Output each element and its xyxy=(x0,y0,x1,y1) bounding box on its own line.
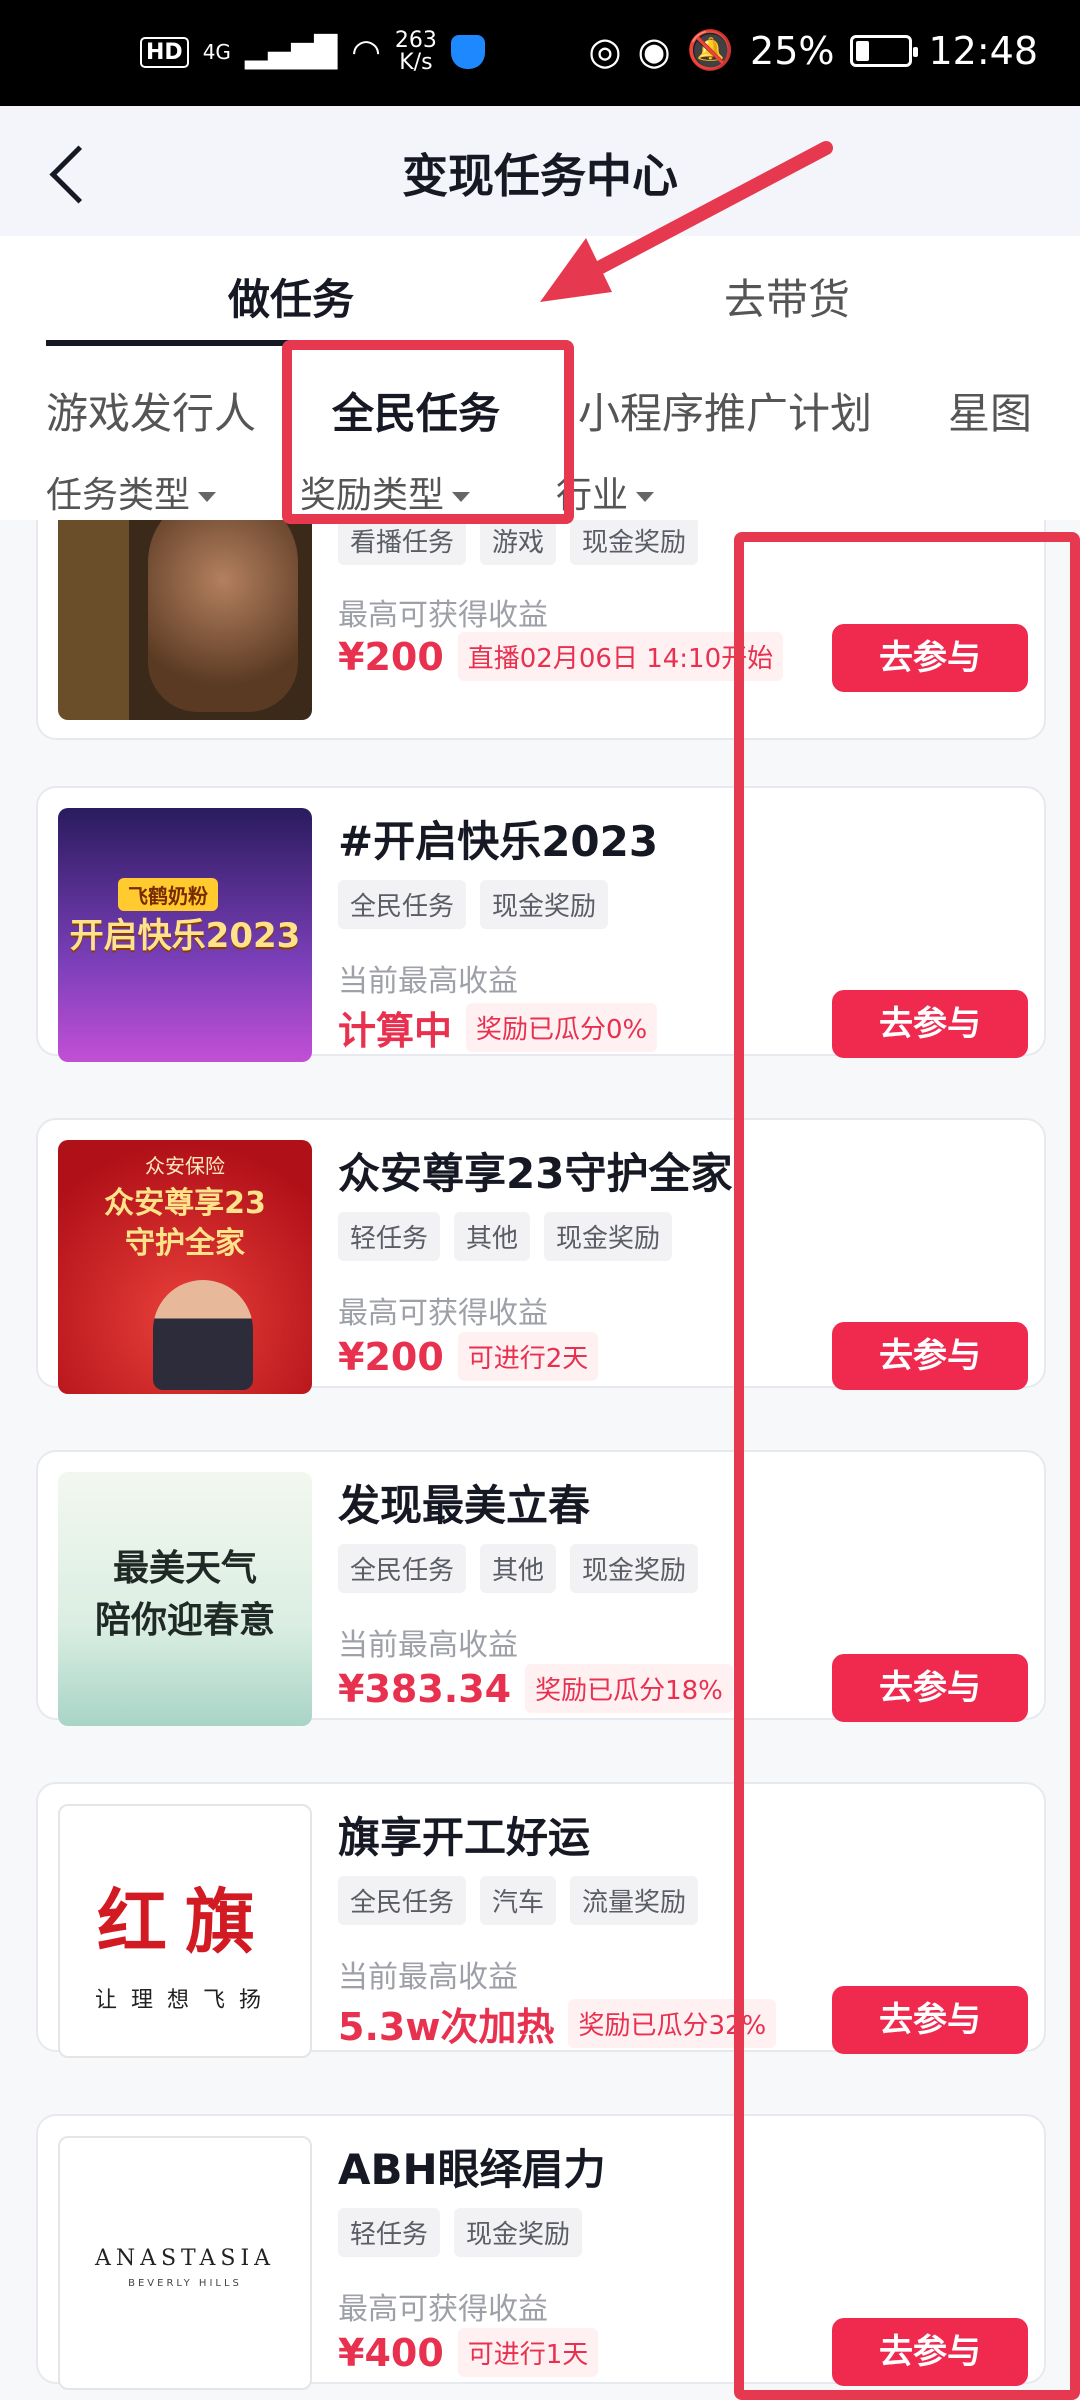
status-badge: 奖励已瓜分18% xyxy=(525,1664,733,1713)
screen: HD 4G ▂▄▆█ ◠ 263 K/s ◎ ◉ 🔕 25% 12:48 变现任… xyxy=(0,0,1080,2400)
filter-task-type[interactable]: 任务类型 xyxy=(46,466,217,518)
task-tag: 流量奖励 xyxy=(570,1876,699,1925)
task-tag: 全民任务 xyxy=(338,880,467,929)
task-tags: 轻任务 其他 现金奖励 xyxy=(338,1212,673,1261)
caret-down-icon xyxy=(198,492,217,502)
thumb-line-1: 最美天气 xyxy=(112,1547,257,1589)
task-tag: 现金奖励 xyxy=(570,1544,699,1593)
brand-subtitle: BEVERLY HILLS xyxy=(128,2278,242,2289)
earn-value: ¥200 xyxy=(338,1334,444,1379)
earn-label: 最高可获得收益 xyxy=(338,1296,548,1331)
status-badge: 可进行1天 xyxy=(457,2328,599,2377)
task-tag: 现金奖励 xyxy=(454,2208,583,2257)
spokesperson-image xyxy=(153,1280,253,1390)
task-title: 众安尊享23守护全家 xyxy=(338,1149,733,1198)
task-tag: 现金奖励 xyxy=(544,1212,673,1261)
task-tag: 汽车 xyxy=(480,1876,557,1925)
earn-label: 最高可获得收益 xyxy=(338,2292,548,2327)
task-tag: 其他 xyxy=(480,1544,557,1593)
task-tag: 全民任务 xyxy=(338,1544,467,1593)
task-tags: 全民任务 汽车 流量奖励 xyxy=(338,1876,699,1925)
task-tag: 轻任务 xyxy=(338,2208,441,2257)
caret-down-icon xyxy=(636,492,655,502)
task-tags: 全民任务 其他 现金奖励 xyxy=(338,1544,699,1593)
earn-label: 当前最高收益 xyxy=(338,964,518,999)
task-thumbnail: 飞鹤奶粉 开启快乐2023 xyxy=(58,808,312,1062)
thumb-caption: 最美天气 陪你迎春意 xyxy=(58,1542,312,1646)
earn-row: ¥383.34 奖励已瓜分18% xyxy=(338,1664,733,1713)
task-thumbnail: ANASTASIA BEVERLY HILLS xyxy=(58,2136,312,2390)
earn-value: 5.3w次加热 xyxy=(338,2005,555,2049)
warrior-image xyxy=(148,520,298,712)
task-tags: 全民任务 现金奖励 xyxy=(338,880,609,929)
brand-slogan: 让理想飞扬 xyxy=(94,1988,275,2013)
thumb-brand: 飞鹤奶粉 xyxy=(118,878,218,911)
earn-row: ¥200 直播02月06日 14:10开始 xyxy=(338,632,784,681)
earn-row: ¥200 可进行2天 xyxy=(338,1332,599,1381)
earn-row: ¥400 可进行1天 xyxy=(338,2328,599,2377)
task-tags: 看播任务 游戏 现金奖励 xyxy=(338,520,699,565)
task-tags: 轻任务 现金奖励 xyxy=(338,2208,583,2257)
task-tag: 轻任务 xyxy=(338,1212,441,1261)
annotation-box-join-column xyxy=(734,532,1080,2400)
thumb-line-2: 守护全家 xyxy=(125,1226,245,1261)
brand-logo-text: 红旗 xyxy=(97,1880,273,1963)
earn-label: 当前最高收益 xyxy=(338,1628,518,1663)
task-thumbnail: 最美天气 陪你迎春意 xyxy=(58,1472,312,1726)
earn-value: ¥200 xyxy=(338,634,444,679)
task-tag: 现金奖励 xyxy=(480,880,609,929)
task-tag: 全民任务 xyxy=(338,1876,467,1925)
task-title: #开启快乐2023 xyxy=(338,817,659,866)
filter-task-type-label: 任务类型 xyxy=(46,475,191,516)
brand-logo-text: ANASTASIA xyxy=(94,2246,276,2271)
task-title: ABH眼绎眉力 xyxy=(338,2145,606,2194)
thumb-brand: 众安保险 xyxy=(145,1154,225,1178)
task-title: 发现最美立春 xyxy=(338,1481,591,1530)
task-thumbnail: 众安保险 众安尊享23 守护全家 xyxy=(58,1140,312,1394)
task-tag: 看播任务 xyxy=(338,520,467,565)
earn-value: ¥400 xyxy=(338,2330,444,2375)
task-thumbnail xyxy=(58,520,312,720)
annotation-arrow-icon xyxy=(540,141,833,302)
earn-value: 计算中 xyxy=(338,1009,453,1053)
earn-row: 5.3w次加热 奖励已瓜分32% xyxy=(338,1996,777,2051)
thumb-line-1: 众安尊享23 xyxy=(104,1186,266,1221)
thumb-line-2: 陪你迎春意 xyxy=(94,1599,275,1641)
earn-row: 计算中 奖励已瓜分0% xyxy=(338,1000,658,1055)
thumb-caption: 开启快乐2023 xyxy=(69,916,301,956)
task-tag: 现金奖励 xyxy=(570,520,699,565)
status-badge: 可进行2天 xyxy=(457,1332,599,1381)
earn-label: 最高可获得收益 xyxy=(338,598,548,633)
earn-label: 当前最高收益 xyxy=(338,1960,518,1995)
earn-value: ¥383.34 xyxy=(338,1666,512,1711)
task-title: 旗享开工好运 xyxy=(338,1813,591,1862)
task-tag: 游戏 xyxy=(480,520,557,565)
task-tag: 其他 xyxy=(454,1212,531,1261)
task-thumbnail: 红旗 让理想飞扬 xyxy=(58,1804,312,2058)
status-badge: 奖励已瓜分0% xyxy=(466,1003,658,1052)
thumb-caption: 众安尊享23 守护全家 xyxy=(58,1184,312,1264)
